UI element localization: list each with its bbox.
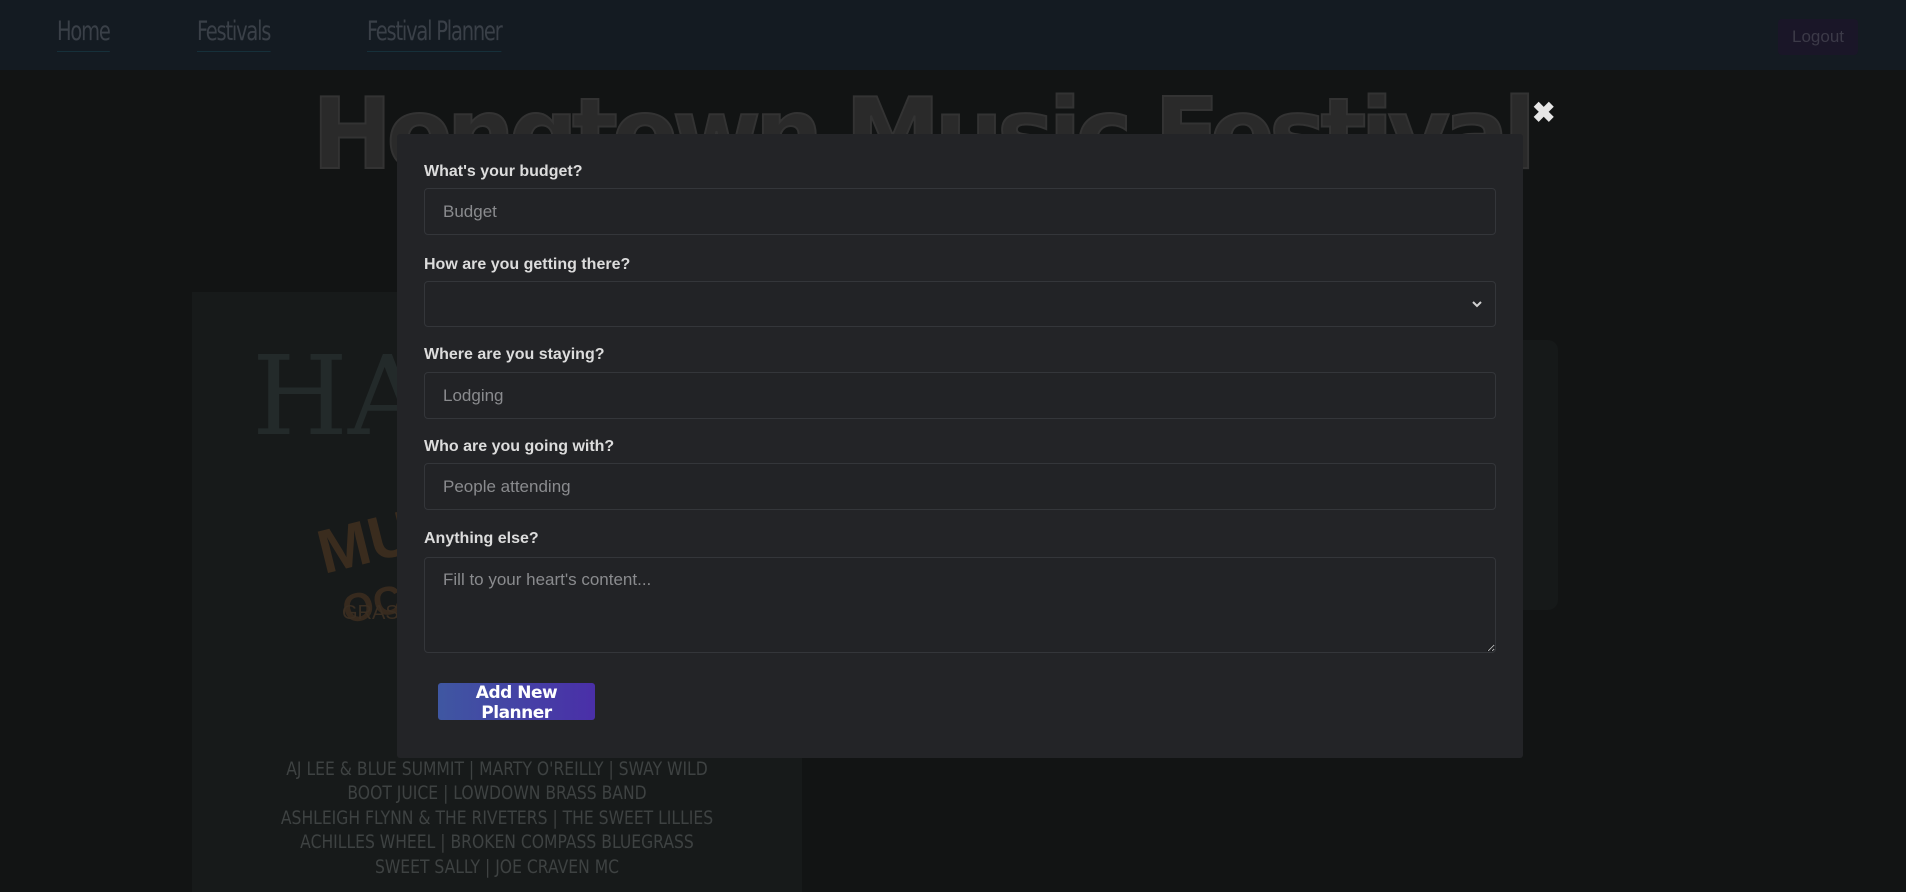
top-navbar: Home Festivals Festival Planner Logout	[0, 0, 1906, 70]
logout-button[interactable]: Logout	[1778, 19, 1858, 55]
transport-select[interactable]	[424, 281, 1496, 327]
lodging-input[interactable]	[424, 372, 1496, 419]
close-icon[interactable]: ✖	[1532, 96, 1555, 129]
people-input[interactable]	[424, 463, 1496, 510]
budget-input[interactable]	[424, 188, 1496, 235]
notes-textarea[interactable]	[424, 557, 1496, 653]
people-label: Who are you going with?	[424, 438, 615, 455]
nav-festival-planner[interactable]: Festival Planner	[367, 16, 503, 52]
lineup-line: SWEET SALLY | JOE CRAVEN MC	[374, 855, 620, 878]
notes-label: Anything else?	[424, 530, 539, 547]
nav-festivals[interactable]: Festivals	[197, 16, 271, 52]
add-new-planner-button[interactable]: Add New Planner	[438, 683, 595, 723]
planner-modal: What's your budget? How are you getting …	[397, 134, 1523, 758]
nav-home[interactable]: Home	[57, 16, 111, 52]
budget-label: What's your budget?	[424, 163, 583, 180]
lodging-label: Where are you staying?	[424, 346, 605, 363]
chevron-down-icon	[1471, 282, 1483, 345]
lineup-line: BOOT JUICE | LOWDOWN BRASS BAND	[347, 782, 647, 804]
transport-label: How are you getting there?	[424, 256, 631, 273]
lineup-line: ACHILLES WHEEL | BROKEN COMPASS BLUEGRAS…	[300, 831, 694, 853]
lineup-line: ASHLEIGH FLYNN & THE RIVETERS | THE SWEE…	[280, 806, 714, 829]
lineup-line: AJ LEE & BLUE SUMMIT | MARTY O'REILLY | …	[286, 757, 708, 780]
